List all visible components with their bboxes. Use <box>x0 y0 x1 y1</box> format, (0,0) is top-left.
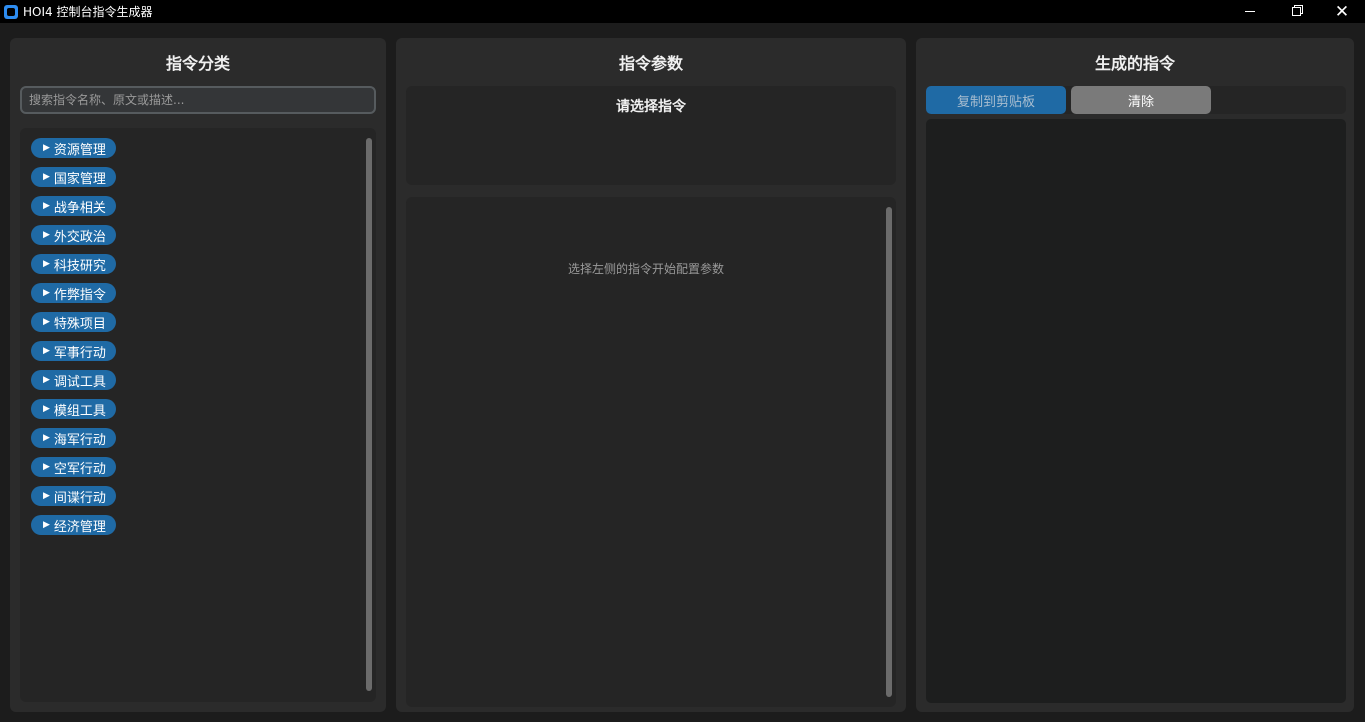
category-label: 空军行动 <box>53 461 106 477</box>
command-output[interactable] <box>926 119 1346 703</box>
restore-icon <box>1291 7 1301 16</box>
expand-arrow-icon: ▶ <box>43 143 50 153</box>
category-button[interactable]: ▶ 模组工具 <box>31 399 116 419</box>
expand-arrow-icon: ▶ <box>43 462 50 472</box>
expand-arrow-icon: ▶ <box>43 259 50 269</box>
parameters-panel: 指令参数 请选择指令 选择左侧的指令开始配置参数 <box>396 38 906 712</box>
expand-arrow-icon: ▶ <box>43 346 50 356</box>
expand-arrow-icon: ▶ <box>43 230 50 240</box>
category-label: 特殊项目 <box>53 316 106 332</box>
category-panel: 指令分类 ▶资源管理▶国家管理▶战争相关▶外交政治▶科技研究▶作弊指令▶特殊项目… <box>10 38 386 712</box>
category-label: 间谍行动 <box>53 490 106 506</box>
title-bar[interactable]: HOI4 控制台指令生成器 ✕ <box>0 0 1365 23</box>
close-icon: ✕ <box>1334 1 1350 22</box>
category-label: 模组工具 <box>53 403 106 419</box>
expand-arrow-icon: ▶ <box>43 375 50 385</box>
category-button[interactable]: ▶ 作弊指令 <box>31 283 116 303</box>
parameters-panel-title: 指令参数 <box>618 54 683 73</box>
category-label: 国家管理 <box>53 171 106 187</box>
expand-arrow-icon: ▶ <box>43 317 50 327</box>
category-button[interactable]: ▶ 战争相关 <box>31 196 116 216</box>
selected-command-frame: 请选择指令 <box>406 86 896 185</box>
app-icon <box>4 4 18 19</box>
minimize-button[interactable] <box>1227 0 1273 23</box>
category-button[interactable]: ▶ 海军行动 <box>31 428 116 448</box>
expand-arrow-icon: ▶ <box>43 433 50 443</box>
selected-command-title: 请选择指令 <box>616 99 686 115</box>
category-button[interactable]: ▶ 间谍行动 <box>31 486 116 506</box>
minimize-icon <box>1245 11 1255 12</box>
category-list: ▶ 资源管理 ▶ 国家管理 ▶ 战争相关 ▶ 外交政治 ▶ 科技研究 ▶ 作弊指令 ▶ 特殊项目 ▶ 军事行动… <box>31 138 116 544</box>
clear-button[interactable]: 清除 <box>1071 86 1211 114</box>
parameters-scrollbar[interactable] <box>886 207 892 697</box>
parameters-hint: 选择左侧的指令开始配置参数 <box>567 262 724 276</box>
category-button[interactable]: ▶ 科技研究 <box>31 254 116 274</box>
category-button[interactable]: ▶ 资源管理 <box>31 138 116 158</box>
category-button[interactable]: ▶ 外交政治 <box>31 225 116 245</box>
category-label: 资源管理 <box>53 142 106 158</box>
category-label: 战争相关 <box>53 200 106 216</box>
parameters-frame: 选择左侧的指令开始配置参数 <box>406 197 896 707</box>
category-button[interactable]: ▶ 调试工具 <box>31 370 116 390</box>
category-button[interactable]: ▶ 军事行动 <box>31 341 116 361</box>
category-label: 军事行动 <box>53 345 106 361</box>
expand-arrow-icon: ▶ <box>43 288 50 298</box>
expand-arrow-icon: ▶ <box>43 520 50 530</box>
category-label: 海军行动 <box>53 432 106 448</box>
category-label: 调试工具 <box>53 374 106 390</box>
output-panel: 生成的指令 复制到剪贴板 清除 <box>916 38 1354 712</box>
window-title: HOI4 控制台指令生成器 <box>23 5 153 19</box>
search-input[interactable] <box>20 86 376 114</box>
window-controls: ✕ <box>1227 0 1365 23</box>
close-button[interactable]: ✕ <box>1319 0 1365 23</box>
expand-arrow-icon: ▶ <box>43 404 50 414</box>
output-toolbar: 复制到剪贴板 清除 <box>926 86 1346 114</box>
copy-to-clipboard-button[interactable]: 复制到剪贴板 <box>926 86 1066 114</box>
category-list-frame: ▶ 资源管理 ▶ 国家管理 ▶ 战争相关 ▶ 外交政治 ▶ 科技研究 ▶ 作弊指令 ▶ 特殊项目 ▶ 军事行动… <box>20 128 376 702</box>
expand-arrow-icon: ▶ <box>43 201 50 211</box>
category-button[interactable]: ▶ 特殊项目 <box>31 312 116 332</box>
category-label: 经济管理 <box>53 519 106 535</box>
maximize-button[interactable] <box>1273 0 1319 23</box>
category-panel-title: 指令分类 <box>165 54 230 73</box>
category-button[interactable]: ▶ 经济管理 <box>31 515 116 535</box>
category-button[interactable]: ▶ 国家管理 <box>31 167 116 187</box>
category-label: 作弊指令 <box>53 287 106 303</box>
expand-arrow-icon: ▶ <box>43 172 50 182</box>
expand-arrow-icon: ▶ <box>43 491 50 501</box>
category-label: 外交政治 <box>53 229 106 245</box>
category-scrollbar[interactable] <box>366 138 372 691</box>
category-button[interactable]: ▶ 空军行动 <box>31 457 116 477</box>
category-label: 科技研究 <box>53 258 106 274</box>
output-panel-title: 生成的指令 <box>1094 54 1175 73</box>
